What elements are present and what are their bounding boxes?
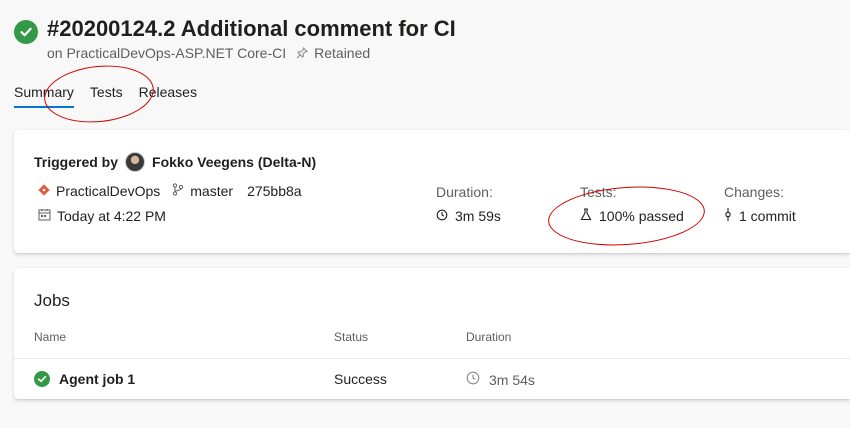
branch-link[interactable]: master bbox=[190, 183, 233, 199]
commit-link[interactable]: 275bb8a bbox=[247, 183, 302, 199]
tab-bar: Summary Tests Releases bbox=[14, 82, 213, 108]
duration-label: Duration: bbox=[436, 184, 493, 200]
triggered-by: Triggered by Fokko Veegens (Delta-N) bbox=[34, 152, 316, 172]
triggered-label: Triggered by bbox=[34, 154, 119, 170]
commit-icon bbox=[724, 208, 732, 224]
flask-icon bbox=[580, 208, 592, 224]
repo-link[interactable]: PracticalDevOps bbox=[56, 183, 160, 199]
duration-value: 3m 59s bbox=[455, 208, 501, 224]
changes-value[interactable]: 1 commit bbox=[739, 208, 796, 224]
column-header-name: Name bbox=[34, 330, 67, 344]
source-row: PracticalDevOps master 275bb8a bbox=[38, 183, 302, 199]
job-name-cell: Agent job 1 bbox=[34, 371, 135, 387]
tab-releases[interactable]: Releases bbox=[139, 82, 197, 108]
tab-tests[interactable]: Tests bbox=[90, 82, 123, 108]
build-date: Today at 4:22 PM bbox=[57, 208, 166, 224]
summary-card: Triggered by Fokko Veegens (Delta-N) Pra… bbox=[14, 130, 850, 253]
duration-value-group: 3m 59s bbox=[436, 208, 501, 224]
changes-label: Changes: bbox=[724, 184, 784, 200]
job-duration-cell: 3m 54s bbox=[466, 371, 535, 388]
check-circle-icon bbox=[14, 20, 38, 44]
page-title: #20200124.2 Additional comment for CI bbox=[47, 16, 456, 41]
avatar bbox=[125, 152, 146, 172]
job-duration: 3m 54s bbox=[489, 371, 535, 388]
repo-icon bbox=[38, 183, 50, 199]
job-status: Success bbox=[334, 371, 387, 387]
job-name[interactable]: Agent job 1 bbox=[59, 371, 135, 387]
date-row: Today at 4:22 PM bbox=[38, 208, 166, 224]
tests-label: Tests: bbox=[580, 184, 617, 200]
check-circle-icon bbox=[34, 371, 50, 387]
tests-value-group[interactable]: 100% passed bbox=[580, 208, 684, 224]
triggered-user[interactable]: Fokko Veegens (Delta-N) bbox=[152, 154, 316, 170]
jobs-title: Jobs bbox=[34, 291, 70, 310]
column-header-duration: Duration bbox=[466, 330, 512, 344]
clock-icon bbox=[466, 371, 480, 388]
pipeline-link[interactable]: on PracticalDevOps-ASP.NET Core-CI bbox=[47, 45, 286, 61]
clock-icon bbox=[436, 208, 448, 224]
jobs-card: Jobs Name Status Duration Agent job 1 Su… bbox=[14, 268, 850, 399]
build-subtitle: on PracticalDevOps-ASP.NET Core-CI Retai… bbox=[47, 45, 370, 61]
tab-summary[interactable]: Summary bbox=[14, 82, 74, 108]
tests-value[interactable]: 100% passed bbox=[599, 208, 684, 224]
table-row[interactable]: Agent job 1 Success 3m 54s bbox=[14, 359, 850, 399]
branch-icon bbox=[172, 183, 184, 199]
calendar-icon bbox=[38, 208, 51, 224]
pin-icon bbox=[296, 47, 309, 59]
retained-label: Retained bbox=[314, 45, 371, 61]
column-header-status: Status bbox=[334, 330, 369, 344]
changes-value-group[interactable]: 1 commit bbox=[724, 208, 796, 224]
